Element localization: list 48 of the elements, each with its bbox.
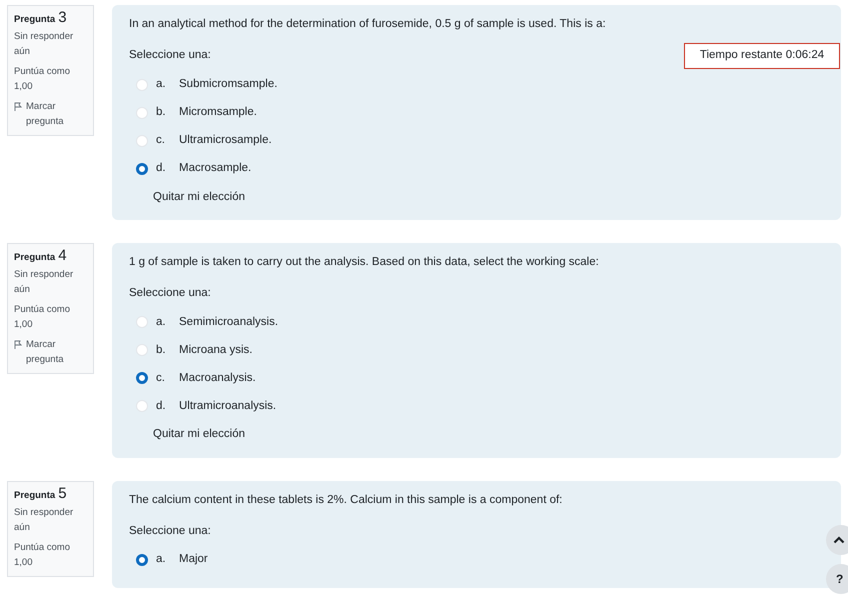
option-letter: d. xyxy=(156,160,167,176)
status-text: Sin responder aún xyxy=(14,506,74,534)
option-letter: b. xyxy=(156,104,167,120)
flag-link[interactable]: Marcar pregunta xyxy=(14,336,87,367)
question-text: The calcium content in these tablets is 2%. Calcium in this sample is a component of: xyxy=(129,492,564,508)
option-text[interactable]: Micromsample. xyxy=(179,104,257,122)
prompt-text: Seleccione una: xyxy=(129,524,211,539)
option-text[interactable]: Ultramicroanalysis. xyxy=(179,398,276,415)
option-text[interactable]: Ultramicrosample. xyxy=(179,132,272,150)
option-text[interactable]: Major xyxy=(179,551,208,569)
option-letter: b. xyxy=(156,342,167,358)
question-text: In an analytical method for the determination of furosemide, 0.5 g of sample is used. This is a: xyxy=(129,17,607,32)
option-text[interactable]: Macroanalysis. xyxy=(179,370,256,387)
option-letter: a. xyxy=(156,314,167,330)
option-text[interactable]: Macrosample. xyxy=(179,160,252,178)
clear-choice-link[interactable]: Quitar mi elección xyxy=(153,426,246,444)
flag-link[interactable]: Marcar pregunta xyxy=(14,99,87,129)
prompt-text: Seleccione una: xyxy=(129,48,211,64)
prompt-text: Seleccione una: xyxy=(129,286,211,301)
score-text: Puntúa como 1,00 xyxy=(14,302,71,332)
question-number: 3 xyxy=(58,10,67,25)
clear-choice-link[interactable]: Quitar mi elección xyxy=(153,188,246,206)
radio-button[interactable] xyxy=(136,372,148,384)
help-button[interactable]: ? xyxy=(826,564,848,594)
option-letter: a. xyxy=(156,76,167,92)
flag-icon xyxy=(14,340,22,349)
chevron-up-icon xyxy=(833,536,845,544)
option-letter: c. xyxy=(156,370,166,386)
score-text: Puntúa como 1,00 xyxy=(14,540,71,570)
option-letter: c. xyxy=(156,132,166,148)
question-label: Pregunta xyxy=(14,13,56,27)
question-label: Pregunta xyxy=(14,488,56,502)
option-letter: d. xyxy=(156,398,167,414)
status-text: Sin responder aún xyxy=(14,268,74,297)
option-text[interactable]: Semimicroanalysis. xyxy=(179,314,278,331)
radio-button[interactable] xyxy=(136,162,148,174)
question-number: 5 xyxy=(58,486,67,500)
timer: Tiempo restante 0:06:24 xyxy=(684,43,840,69)
option-letter: a. xyxy=(156,552,167,568)
option-text[interactable]: Submicromsample. xyxy=(179,76,278,94)
flag-icon xyxy=(14,102,22,111)
score-text: Puntúa como 1,00 xyxy=(14,65,71,94)
question-label: Pregunta xyxy=(14,250,56,265)
question-number: 4 xyxy=(58,248,67,263)
question-text: 1 g of sample is taken to carry out the analysis. Based on this data, select the working scale: xyxy=(129,254,600,270)
status-text: Sin responder aún xyxy=(14,30,74,59)
option-text[interactable]: Microana ysis. xyxy=(179,342,252,359)
radio-button[interactable] xyxy=(136,554,148,566)
